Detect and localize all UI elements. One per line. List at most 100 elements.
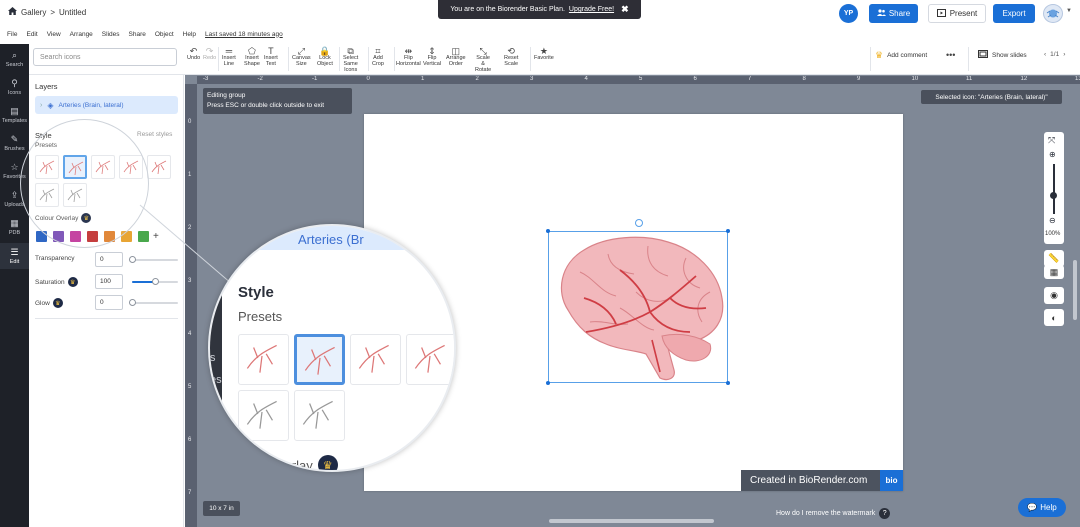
resize-handle[interactable] (726, 381, 730, 385)
glow-label-text: Glow (35, 299, 50, 307)
rail-item-label: Icons (7, 89, 22, 96)
add-crop-button[interactable]: ⌗ Add Crop (372, 46, 384, 68)
menu-slides[interactable]: Slides (102, 31, 120, 38)
insert-line-button[interactable]: ═ Insert Line (222, 46, 236, 68)
preview-button[interactable]: ◉ (1044, 287, 1064, 304)
ruler-tick-label: 3 (188, 278, 192, 284)
fit-screen-icon[interactable]: ⤧ (1048, 135, 1055, 146)
flip-vertical-button[interactable]: ⇕ Flip Vertical (423, 46, 441, 68)
zoom-slider[interactable] (1053, 164, 1055, 214)
toolbar-divider (218, 47, 219, 71)
rail-item-templates[interactable]: ▤ Templates (0, 102, 29, 128)
users-icon (876, 9, 886, 18)
remove-watermark-link[interactable]: How do I remove the watermark ? (776, 508, 891, 519)
flip-horizontal-button[interactable]: ⇹ Flip Horizontal (396, 46, 421, 68)
grid-tool-button[interactable]: ▦ (1044, 265, 1064, 279)
help-button[interactable]: 💬 Help (1018, 498, 1066, 517)
glow-slider[interactable] (129, 299, 178, 306)
reset-styles-button[interactable]: Reset styles (137, 131, 172, 138)
add-colour-button[interactable]: + (153, 231, 159, 242)
eye-icon: ◉ (1050, 290, 1058, 300)
selection-box[interactable] (548, 231, 728, 383)
select-same-icons-button[interactable]: ⧉ Select Same Icons (343, 46, 358, 73)
glow-input[interactable]: 0 (95, 295, 123, 310)
user-avatar[interactable]: YP (839, 4, 858, 23)
ruler-tick-label: -2 (257, 76, 263, 82)
more-options-button[interactable]: ••• (946, 50, 955, 60)
resize-handle[interactable] (726, 229, 730, 233)
rail-item-icons[interactable]: ⚲ Icons (0, 74, 29, 100)
ruler-tick-label: 4 (188, 331, 192, 337)
breadcrumb-gallery[interactable]: Gallery (21, 8, 46, 17)
layer-item[interactable]: › ◈ Arteries (Brain, lateral) (35, 96, 178, 114)
present-label: Present (949, 9, 978, 18)
close-icon[interactable]: ✖ (621, 4, 629, 15)
magnified-style-preset (238, 390, 289, 441)
panel-divider (35, 318, 178, 319)
share-button[interactable]: Share (869, 4, 918, 23)
remove-watermark-text: How do I remove the watermark (776, 510, 876, 517)
insert-shape-button[interactable]: ⬠ Insert Shape (244, 46, 260, 68)
transparency-slider[interactable] (129, 256, 178, 263)
menu-edit[interactable]: Edit (26, 31, 37, 38)
home-icon[interactable] (8, 7, 17, 17)
account-menu-avatar[interactable] (1043, 4, 1063, 23)
magnified-overlay-label: r Overlay (260, 457, 313, 472)
export-button[interactable]: Export (993, 4, 1035, 23)
rotate-handle[interactable] (635, 219, 643, 227)
last-saved-status[interactable]: Last saved 18 minutes ago (205, 31, 283, 38)
menu-view[interactable]: View (47, 31, 61, 38)
contrast-button[interactable]: ◐ (1044, 309, 1064, 326)
add-comment-button[interactable]: ♛ Add comment (875, 50, 927, 61)
favorite-button[interactable]: ★ Favorite (534, 46, 554, 62)
chevron-right-icon[interactable]: › (1063, 51, 1065, 58)
upgrade-link[interactable]: Upgrade Free! (569, 6, 614, 13)
toolbar-divider (368, 47, 369, 71)
colour-swatch[interactable] (138, 231, 149, 242)
arrange-order-button[interactable]: ◫ Arrange Order (446, 46, 466, 68)
breadcrumb-document-title[interactable]: Untitled (59, 8, 86, 17)
search-input[interactable]: Search icons (33, 48, 177, 66)
crown-icon: ♛ (317, 455, 338, 470)
insert-text-button[interactable]: T Insert Text (264, 46, 278, 68)
saturation-input[interactable]: 100 (95, 274, 123, 289)
horizontal-scrollbar[interactable] (549, 519, 714, 523)
menu-object[interactable]: Object (155, 31, 174, 38)
slides-icon (978, 50, 988, 60)
rail-item-brushes[interactable]: ✎ Brushes (0, 130, 29, 156)
lock-object-button[interactable]: 🔒 Lock Object (317, 46, 333, 68)
biorender-editor: Gallery > Untitled You are on the Bioren… (0, 0, 1080, 527)
reset-scale-button[interactable]: ⟲ Reset Scale (504, 46, 518, 68)
page-size-label[interactable]: 10 x 7 in (203, 501, 240, 516)
toolbar-divider (394, 47, 395, 71)
present-button[interactable]: Present (928, 4, 986, 23)
scale-rotate-button[interactable]: ⤡ Scale & Rotate (475, 46, 491, 73)
vertical-scrollbar[interactable] (1073, 260, 1077, 320)
menu-help[interactable]: Help (183, 31, 196, 38)
undo-button[interactable]: ↶ Undo (187, 46, 200, 62)
zoom-slider-knob[interactable] (1050, 192, 1057, 199)
transparency-slider-knob[interactable] (129, 256, 136, 263)
rail-item-search[interactable]: ⌕ Search (0, 46, 29, 72)
redo-button[interactable]: ↷ Redo (203, 46, 216, 62)
transparency-input[interactable]: 0 (95, 252, 123, 267)
canvas-size-button[interactable]: ⤢ Canvas Size (292, 46, 311, 68)
glow-slider-knob[interactable] (129, 299, 136, 306)
menu-share[interactable]: Share (129, 31, 146, 38)
show-slides-button[interactable]: Show slides (978, 50, 1027, 60)
chevron-right-icon[interactable]: › (40, 102, 42, 109)
style-preset[interactable] (147, 155, 171, 179)
menu-file[interactable]: File (7, 31, 17, 38)
chat-bubble-icon: 💬 (1027, 503, 1038, 512)
rail-item-pdb[interactable]: ▦ PDB (0, 214, 29, 240)
zoom-out-icon[interactable]: ⊖ (1049, 216, 1056, 225)
rail-item-edit[interactable]: ☰ Edit (0, 243, 29, 269)
resize-handle[interactable] (546, 381, 550, 385)
chevron-down-icon[interactable]: ▼ (1066, 8, 1072, 14)
chevron-left-icon[interactable]: ‹ (1044, 51, 1046, 58)
saturation-slider-knob[interactable] (152, 278, 159, 285)
saturation-slider[interactable] (132, 278, 178, 285)
resize-handle[interactable] (546, 229, 550, 233)
menu-arrange[interactable]: Arrange (70, 31, 93, 38)
zoom-in-icon[interactable]: ⊕ (1049, 150, 1056, 159)
